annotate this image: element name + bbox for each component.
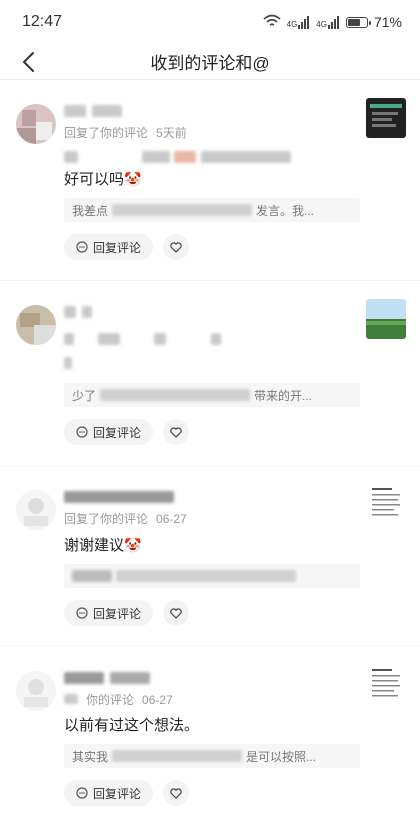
comment-item[interactable]: 回复了你的评论 06-27 谢谢建议🤡 回复评论 [0,466,420,647]
post-thumbnail[interactable] [366,299,406,339]
post-thumbnail[interactable] [366,665,406,705]
heart-icon [170,787,182,799]
status-icons: 4G 4G 71% [263,14,402,31]
avatar[interactable] [16,490,56,530]
like-button[interactable] [163,234,190,260]
quoted-comment[interactable]: 其实我 是可以按照... [64,744,360,768]
comment-item[interactable]: 少了 带来的开... 回复评论 [0,281,420,466]
quoted-comment[interactable]: 少了 带来的开... [64,383,360,407]
signal-1-icon: 4G [287,15,311,29]
battery-percent: 71% [373,14,402,30]
username[interactable] [64,102,404,120]
comment-item[interactable]: 回复了你的评论 5天前 好可以吗🤡 我差点 发言。我... 回复评论 [0,80,420,281]
emoji-icon: 🤡 [124,537,142,553]
avatar[interactable] [16,104,56,144]
comment-content[interactable]: 好可以吗🤡 [64,149,404,190]
comment-bubble-icon [76,607,88,619]
status-bar: 12:47 4G 4G 71% [0,0,420,44]
comment-content[interactable]: 谢谢建议🤡 [64,535,404,556]
battery-icon [345,16,371,28]
heart-icon [170,241,182,253]
quoted-comment[interactable] [64,564,360,588]
comment-meta: 回复了你的评论 06-27 [64,512,187,526]
reply-comment-button[interactable]: 回复评论 [64,234,154,260]
status-time: 12:47 [22,13,63,30]
quoted-comment[interactable]: 我差点 发言。我... [64,198,360,222]
post-thumbnail[interactable] [366,98,406,138]
like-button[interactable] [163,780,190,806]
heart-icon [170,607,182,619]
username[interactable] [64,669,404,687]
wifi-icon [263,14,281,31]
chevron-left-icon [22,52,34,72]
page-title: 收到的评论和@ [150,54,270,73]
comment-meta: 回复了你的评论 5天前 [64,126,187,140]
navigation-bar: 收到的评论和@ [0,44,420,80]
post-thumbnail[interactable] [366,484,406,524]
comment-bubble-icon [76,241,88,253]
avatar[interactable] [16,671,56,711]
heart-icon [170,426,182,438]
like-button[interactable] [163,419,190,445]
username[interactable] [64,303,404,321]
back-button[interactable] [14,48,42,76]
reply-comment-button[interactable]: 回复评论 [64,780,154,806]
emoji-icon: 🤡 [124,171,142,187]
comment-item[interactable]: 你的评论 06-27 以前有过这个想法。 其实我 是可以按照... 回复评论 [0,647,420,826]
reply-comment-button[interactable]: 回复评论 [64,419,154,445]
comment-bubble-icon [76,426,88,438]
comment-bubble-icon [76,787,88,799]
avatar[interactable] [16,305,56,345]
comment-meta: 你的评论 06-27 [64,691,404,708]
comment-content[interactable]: 以前有过这个想法。 [64,716,404,736]
comment-content[interactable] [64,331,404,375]
signal-2-icon: 4G [316,15,340,29]
username[interactable] [64,488,404,506]
like-button[interactable] [163,600,190,626]
reply-comment-button[interactable]: 回复评论 [64,600,154,626]
